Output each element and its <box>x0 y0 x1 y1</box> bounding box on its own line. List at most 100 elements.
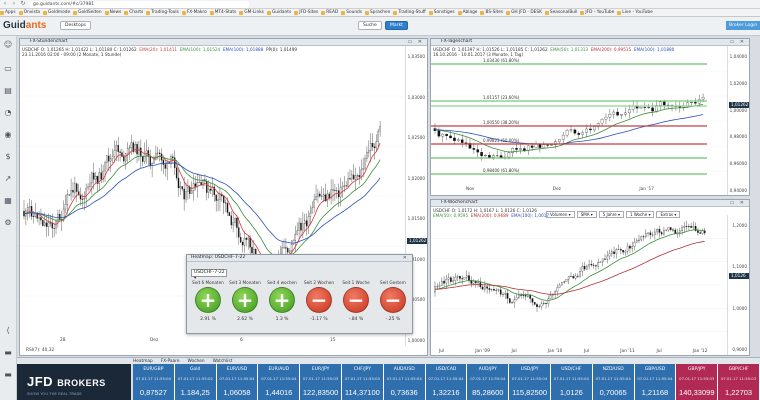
bookmark-item[interactable]: Apps <box>0 10 19 15</box>
quote-tile[interactable]: USD/JPY 07.01.17 11:55:04 115,82500 <box>509 364 551 400</box>
bookmark-item[interactable]: News <box>104 10 125 15</box>
trend-icon[interactable]: ↗ <box>3 174 13 184</box>
candle <box>175 167 178 179</box>
quote-tile[interactable]: CHF/JPY 07.01.17 11:55:03 114,37100 <box>341 364 384 400</box>
eye-icon[interactable]: ◉ <box>3 130 13 140</box>
heatmap-bar: Heatmap FX-Paare Wochen Watchlist <box>17 357 760 364</box>
quote-pair: GBP/CHF <box>728 367 749 372</box>
candle <box>515 148 518 150</box>
bookmark-item[interactable]: Live - YouTube <box>617 10 656 15</box>
folder-icon[interactable]: ▬ <box>3 370 13 380</box>
candle <box>126 148 129 154</box>
quote-tile[interactable]: USD/CAD 07.01.17 11:55:04 1,32216 <box>425 364 468 400</box>
reload-icon[interactable]: ↻ <box>20 1 26 7</box>
markt-button[interactable]: Markt <box>385 21 408 30</box>
url-input[interactable]: go.guidants.com/#c/37981 <box>29 0 249 8</box>
heatmap-bar-item[interactable]: Wochen <box>187 359 204 364</box>
y-tick-label: 1,02000 <box>407 175 425 181</box>
quote-tile[interactable]: EUR/JPY 07.01.17 11:55:03 122,83500 <box>300 364 342 400</box>
share-icon[interactable]: ⟨ <box>3 326 13 336</box>
avatar[interactable]: ☺ <box>3 40 13 50</box>
broker-login-button[interactable]: Broker Login <box>726 21 760 30</box>
heatmap-period[interactable]: Seit 6 Monaten +2.91 % <box>191 280 225 322</box>
heatmap-bar-item[interactable]: Heatmap <box>133 359 153 364</box>
chart-icon[interactable]: ▤ <box>3 86 13 96</box>
quote-tile[interactable]: EUR/USD 07.01.17 11:55:04 1,06058 <box>216 364 259 400</box>
bookmark-item[interactable]: GH JFD - DESK <box>506 10 545 15</box>
panel-controls[interactable]: ▭ ✕ <box>407 39 424 45</box>
desktops-button[interactable]: Desktops <box>60 21 91 30</box>
candle <box>576 275 579 277</box>
heatmap-bar-item[interactable]: FX-Paare <box>161 359 180 364</box>
bookmark-item[interactable]: JFD-Sites <box>294 10 321 15</box>
bell-icon[interactable]: ◔ <box>3 108 13 118</box>
bookmark-item[interactable]: READ <box>321 10 341 15</box>
candle <box>28 206 31 208</box>
guidants-logo[interactable]: Guidants <box>3 20 46 31</box>
candle <box>656 229 658 233</box>
bookmark-item[interactable]: FX-Makro <box>181 10 210 15</box>
dollar-icon[interactable]: $ <box>3 152 13 162</box>
quote-tile[interactable]: GBP/CHF 07.01.17 11:55:03 1,22703 <box>718 364 760 400</box>
bookmark-item[interactable]: Trading-Stuff <box>393 10 428 15</box>
bookmark-item[interactable]: Onvista <box>18 10 43 15</box>
bookmark-item[interactable]: BS-Sites <box>480 10 506 15</box>
bookmark-icon <box>341 10 346 15</box>
search-button[interactable]: Suche <box>358 21 382 30</box>
panel-title[interactable]: FX-Wochenchart <box>431 200 749 207</box>
monitor-icon[interactable]: ▭ <box>3 64 13 74</box>
panel-controls[interactable]: ▭ ✕ <box>729 200 746 206</box>
quote-tile[interactable]: GBP/USD 07.01.17 11:55:04 1,21168 <box>634 364 677 400</box>
bookmark-item[interactable]: Sprachen <box>365 10 393 15</box>
bookmark-item[interactable]: Trading-Tools <box>146 10 182 15</box>
heatmap-period[interactable]: Seit Gestern − -.25 % <box>376 280 410 322</box>
candle <box>196 182 199 187</box>
settings-icon[interactable]: ⚙ <box>3 218 13 228</box>
candle <box>549 295 552 299</box>
bookmark-item[interactable]: JFD - YouTube <box>580 10 617 15</box>
back-icon[interactable]: ‹ <box>2 1 8 7</box>
bookmark-item[interactable]: Guidants <box>266 10 294 15</box>
weekly-candlestick-chart[interactable] <box>431 215 729 355</box>
quote-tile[interactable]: USD/CHF 07.01.17 11:55:04 1,0126 <box>550 364 593 400</box>
bookmark-item[interactable]: Sounds <box>341 10 365 15</box>
quote-price: 140,33099 <box>679 388 715 397</box>
quote-tile[interactable]: EUR/AUD 07.01.17 11:55:04 1,44016 <box>258 364 301 400</box>
quote-tile[interactable]: AUD/USD 07.01.17 11:55:04 0,73636 <box>383 364 426 400</box>
bookmark-item[interactable]: GoldSeiten <box>73 10 105 15</box>
bookmark-item[interactable]: Goldmode <box>43 10 73 15</box>
bookmark-item[interactable]: GM-Links <box>239 10 267 15</box>
popup-title[interactable]: Heatmap: USDCHF-7-22 <box>187 255 412 262</box>
quote-tile[interactable]: NZD/USD 07.01.17 11:55:04 0,70065 <box>592 364 635 400</box>
daily-candlestick-chart[interactable]: 1,03430 (61,80%) 1,01157 (23,60%) 1,00550 … <box>431 46 729 196</box>
heatmap-period[interactable]: Seit 4 wochen +1.3 % <box>265 280 299 322</box>
panel-controls[interactable]: ▭ ✕ <box>729 39 746 45</box>
panel-title[interactable]: FX-Tageschart <box>431 39 749 46</box>
bookmark-item[interactable]: MT4-Stats <box>209 10 240 15</box>
grid-icon[interactable]: ▦ <box>3 196 13 206</box>
forward-icon[interactable]: › <box>11 1 17 7</box>
heatmap-period[interactable]: Seit 2 Wochen − -1.17 % <box>302 280 336 322</box>
quote-tile[interactable]: Gold 07.01.17 11:55:02 1.184,25 <box>174 364 217 400</box>
bookmark-item[interactable]: Charts <box>124 10 146 15</box>
panel-title[interactable]: FX-Stundenchart <box>20 39 427 46</box>
candle <box>660 232 663 235</box>
quote-tile[interactable]: AUD/JPY 07.01.17 11:55:04 85,28600 <box>467 364 510 400</box>
bookmark-item[interactable]: SeasonalBull <box>544 10 580 15</box>
candle <box>464 142 468 144</box>
candle <box>513 299 516 303</box>
heatmap-bar-item[interactable]: Watchlist <box>213 359 233 364</box>
bookmark-icon <box>544 10 549 15</box>
bookmark-item[interactable]: Ablage <box>457 10 481 15</box>
bookmark-item[interactable]: Sonstiges <box>428 10 458 15</box>
jfd-brokers-logo[interactable]: JFD BROKERS SHOW YOU THE REAL TRADE <box>17 364 131 400</box>
folder-icon[interactable]: ▬ <box>3 348 13 358</box>
quote-tile[interactable]: EUR/GBP 07.01.17 11:55:04 0,87527 <box>133 364 175 400</box>
candle <box>313 199 315 208</box>
popup-controls[interactable]: ✕ <box>403 255 409 261</box>
pair-select[interactable]: USDCHF-7-22 ▾ <box>191 269 227 281</box>
quote-tile[interactable]: GBP/JPY 07.01.17 11:55:03 140,33099 <box>676 364 719 400</box>
heatmap-period[interactable]: Seit 1 Woche − -.84 % <box>339 280 373 322</box>
candle <box>542 303 545 305</box>
heatmap-period[interactable]: Seit 3 Monaten +2.62 % <box>228 280 262 322</box>
